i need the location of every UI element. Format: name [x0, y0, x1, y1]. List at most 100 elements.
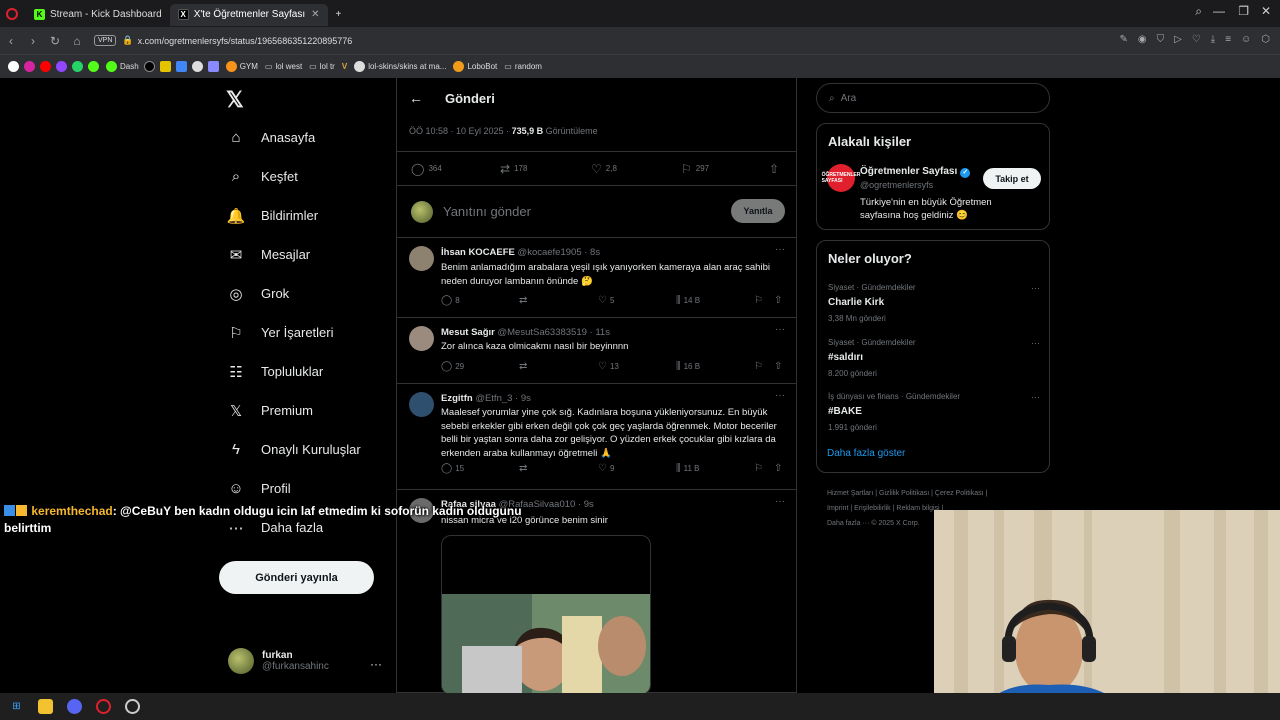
shield-icon[interactable]: ⛉	[1157, 34, 1165, 45]
nav-item-lightning[interactable]: ϟ Onaylı Kuruluşlar	[220, 430, 390, 469]
vpn-badge[interactable]: VPN	[94, 35, 117, 46]
bookmark-icon[interactable]: ⚐	[754, 463, 763, 474]
trend-item[interactable]: Siyaset · Gündemdekiler Charlie Kirk 3,3…	[828, 283, 1040, 323]
reply-tweet[interactable]: Mesut Sağır @MesutSa63383519 · 11s ··· Zor…	[397, 318, 797, 384]
bookmark-random[interactable]: ▭ random	[504, 62, 542, 71]
show-more-link[interactable]: Daha fazla göster	[827, 448, 905, 459]
share-icon[interactable]: ⇧	[774, 463, 782, 474]
reply-stat[interactable]: ◯ 364	[411, 162, 442, 176]
account-switcher[interactable]: furkan @furkansahinc	[228, 648, 329, 674]
search-input[interactable]: ⌕ Ara	[816, 83, 1050, 113]
profile-icon[interactable]: ☺	[1241, 34, 1251, 45]
play-icon[interactable]: ▷	[1174, 34, 1182, 45]
new-tab-button[interactable]: +	[328, 4, 350, 26]
x-logo-icon[interactable]: 𝕏	[226, 87, 244, 113]
bookmark-gym[interactable]: GYM	[225, 61, 258, 72]
trend-item[interactable]: İş dünyası ve finans · Gündemdekiler #BA…	[828, 392, 1040, 432]
more-dots-icon[interactable]: ···	[370, 657, 382, 671]
author-name[interactable]: Mesut Sağır	[441, 327, 495, 338]
back-icon[interactable]: ‹	[0, 34, 22, 48]
back-arrow-icon[interactable]: ←	[409, 90, 423, 106]
grid-icon[interactable]	[175, 61, 187, 72]
post-button[interactable]: Gönderi yayınla	[219, 561, 374, 594]
avatar[interactable]	[409, 392, 434, 417]
more-dots-icon[interactable]: ···	[775, 244, 785, 255]
nav-item-grok[interactable]: ◎ Grok	[220, 274, 390, 313]
like-stat[interactable]: ♡ 2,8	[591, 162, 617, 176]
close-tab-icon[interactable]: ✕	[311, 9, 319, 20]
tab-kick-dashboard[interactable]: K Stream - Kick Dashboard	[26, 4, 170, 26]
app-icon[interactable]	[207, 61, 219, 72]
more-dots-icon[interactable]: ···	[775, 496, 785, 507]
minimize-icon[interactable]: —	[1213, 4, 1225, 18]
reply-button[interactable]: Yanıtla	[731, 199, 785, 223]
like-action[interactable]: ♡ 9	[598, 463, 614, 474]
tab-x-post[interactable]: X X'te Öğretmenler Sayfası ✕	[169, 3, 328, 26]
footer-link[interactable]: Daha fazla ···	[827, 520, 869, 527]
whatsapp-icon[interactable]	[72, 61, 83, 72]
youtube-icon[interactable]	[40, 61, 51, 72]
edit-icon[interactable]: ✎	[1119, 34, 1127, 45]
bookmark-stat[interactable]: ⚐ 297	[681, 162, 709, 176]
like-action[interactable]: ♡ 5	[598, 295, 614, 306]
nav-item-x-premium[interactable]: 𝕏 Premium	[220, 391, 390, 430]
nav-item-mail[interactable]: ✉ Mesajlar	[220, 235, 390, 274]
forward-icon[interactable]: ›	[22, 34, 44, 48]
bookmark-lol-west[interactable]: ▭ lol west	[265, 62, 302, 71]
reply-tweet[interactable]: İhsan KOCAEFE @kocaefe1905 · 8s ··· Benim …	[397, 238, 797, 318]
opera-icon[interactable]	[96, 699, 111, 714]
repost-action[interactable]: ⇄	[519, 463, 530, 474]
url-field[interactable]: x.com/ogretmenlersyfs/status/19656863512…	[138, 36, 353, 46]
views-action[interactable]: ⫼ 16 B	[676, 361, 700, 372]
footer-link[interactable]: Çerez Politikası	[935, 490, 984, 497]
nav-item-search[interactable]: ⌕ Keşfet	[220, 157, 390, 196]
reload-icon[interactable]: ↻	[44, 34, 66, 48]
trend-item[interactable]: Siyaset · Gündemdekiler #saldırı 8.200 g…	[828, 338, 1040, 378]
bookmark-lobobot[interactable]: LoboBot	[453, 61, 497, 72]
bookmark-icon[interactable]: ⚐	[754, 295, 763, 306]
obs-icon[interactable]	[125, 699, 140, 714]
bookmark-dash[interactable]: Dash	[106, 61, 139, 72]
views-action[interactable]: ⫼ 14 B	[676, 295, 700, 306]
footer-link[interactable]: Imprint	[827, 505, 848, 512]
tweet-media[interactable]	[441, 535, 651, 693]
windows-start-icon[interactable]: ⊞	[9, 699, 24, 714]
menu-icon[interactable]: ≡	[1225, 34, 1231, 45]
home-icon[interactable]: ⌂	[66, 34, 88, 48]
more-dots-icon[interactable]: ···	[1031, 392, 1040, 402]
footer-link[interactable]: Gizlilik Politikası	[879, 490, 929, 497]
repost-action[interactable]: ⇄	[519, 361, 530, 372]
author-name[interactable]: İhsan KOCAEFE	[441, 247, 515, 258]
reply-action[interactable]: ◯ 29	[441, 361, 464, 372]
nav-item-bookmark[interactable]: ⚐ Yer İşaretleri	[220, 313, 390, 352]
kick-icon[interactable]	[88, 61, 99, 72]
instagram-icon[interactable]	[24, 61, 35, 72]
more-dots-icon[interactable]: ···	[775, 324, 785, 335]
footer-link[interactable]: Hizmet Şartları	[827, 490, 873, 497]
more-dots-icon[interactable]: ···	[1031, 283, 1040, 293]
chrome-icon[interactable]	[8, 61, 19, 72]
v-icon[interactable]: V	[342, 62, 347, 71]
views-action[interactable]: ⫼ 11 B	[676, 463, 699, 474]
heart-icon[interactable]: ♡	[1192, 34, 1201, 45]
close-window-icon[interactable]: ✕	[1261, 4, 1271, 18]
repost-action[interactable]: ⇄	[519, 295, 530, 306]
download-icon[interactable]: ⤓	[1211, 34, 1215, 45]
file-explorer-icon[interactable]	[38, 699, 53, 714]
nav-item-home[interactable]: ⌂ Anasayfa	[220, 118, 390, 157]
nav-item-communities[interactable]: ☷ Topluluklar	[220, 352, 390, 391]
avatar[interactable]	[409, 246, 434, 271]
bookmark-lol-skins[interactable]: lol-skins/skins at ma...	[354, 61, 446, 72]
reply-action[interactable]: ◯ 15	[441, 463, 464, 474]
more-dots-icon[interactable]: ···	[1031, 338, 1040, 348]
reply-tweet[interactable]: Ezgitfn @Etfn_3 · 9s ··· Maalesef yorumlar…	[397, 384, 797, 490]
share-icon[interactable]: ⇧	[774, 361, 782, 372]
avatar[interactable]	[409, 326, 434, 351]
discord-icon[interactable]	[67, 699, 82, 714]
reply-input[interactable]: Yanıtını gönder	[443, 204, 531, 219]
author-name[interactable]: Ezgitfn	[441, 393, 473, 404]
share-icon[interactable]: ⇧	[769, 162, 779, 176]
github-icon[interactable]	[191, 61, 203, 72]
extensions-icon[interactable]: ⬡	[1261, 34, 1270, 45]
bookmark-lol-tr[interactable]: ▭ lol tr	[309, 62, 335, 71]
